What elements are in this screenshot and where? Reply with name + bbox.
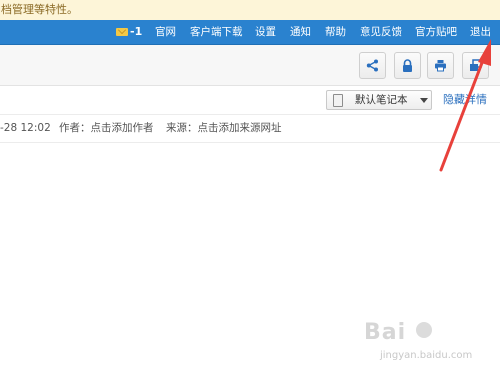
mail-count: -1 bbox=[130, 25, 143, 38]
notice-bar: 档管理等特性。 bbox=[0, 0, 500, 21]
note-date: -28 12:02 bbox=[0, 122, 51, 134]
chevron-down-icon bbox=[420, 98, 428, 103]
notebook-label: 默认笔记本 bbox=[355, 94, 408, 106]
baidu-watermark: Bai jingyan.baidu.com bbox=[360, 318, 490, 370]
notice-text: 档管理等特性。 bbox=[1, 3, 78, 16]
hide-details-link[interactable]: 隐藏详情 bbox=[443, 90, 487, 110]
source-field[interactable]: 来源：点击添加来源网址 bbox=[166, 115, 282, 142]
share-icon bbox=[366, 59, 378, 72]
watermark-url: jingyan.baidu.com bbox=[380, 350, 473, 361]
share-button[interactable] bbox=[359, 52, 386, 79]
note-meta: -28 12:02 作者：点击添加作者 来源：点击添加来源网址 bbox=[0, 115, 500, 143]
window-button[interactable] bbox=[462, 52, 489, 79]
nav-client-download[interactable]: 客户端下载 bbox=[190, 20, 243, 44]
nav-notifications[interactable]: 通知 bbox=[290, 20, 311, 44]
nav-help[interactable]: 帮助 bbox=[325, 20, 346, 44]
lock-button[interactable] bbox=[394, 52, 421, 79]
nav-settings[interactable]: 设置 bbox=[255, 20, 276, 44]
nav-official-site[interactable]: 官网 bbox=[155, 20, 176, 44]
notebook-bar: 默认笔记本 隐藏详情 bbox=[0, 86, 500, 115]
envelope-icon bbox=[116, 28, 128, 36]
nav-feedback[interactable]: 意见反馈 bbox=[360, 20, 402, 44]
print-icon bbox=[435, 60, 446, 72]
paw-icon bbox=[416, 322, 432, 338]
author-field[interactable]: 作者：点击添加作者 bbox=[59, 115, 154, 142]
watermark-logo: Bai bbox=[364, 320, 407, 345]
window-icon bbox=[470, 59, 482, 71]
top-nav: -1 官网 客户端下载 设置 通知 帮助 意见反馈 官方贴吧 退出 bbox=[0, 20, 500, 45]
notebook-icon bbox=[333, 94, 343, 107]
nav-official-forum[interactable]: 官方贴吧 bbox=[415, 20, 457, 44]
note-toolbar bbox=[0, 45, 500, 86]
notebook-select[interactable]: 默认笔记本 bbox=[326, 90, 432, 110]
lock-icon bbox=[403, 59, 412, 72]
nav-logout[interactable]: 退出 bbox=[470, 20, 491, 44]
print-button[interactable] bbox=[427, 52, 454, 79]
